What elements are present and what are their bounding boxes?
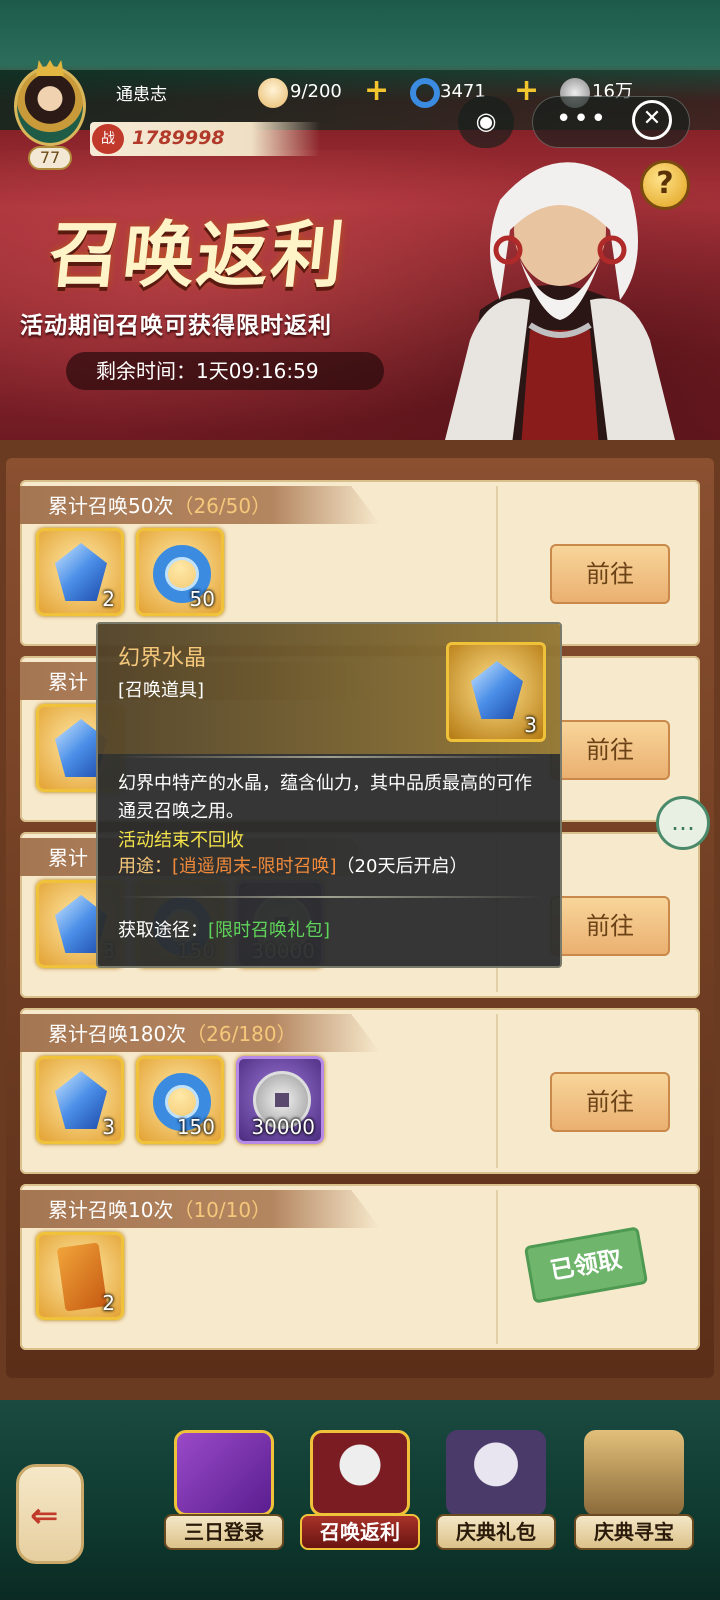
task-title: 累计召唤10次（10/10）: [48, 1198, 272, 1222]
go-button[interactable]: 前往: [550, 896, 670, 956]
go-button[interactable]: 前往: [550, 720, 670, 780]
go-button[interactable]: 前往: [550, 544, 670, 604]
reward-item[interactable]: 3: [36, 1056, 124, 1144]
divider: [496, 1190, 498, 1344]
help-button[interactable]: ?: [640, 160, 690, 210]
add-stamina-button[interactable]: +: [364, 76, 389, 106]
crystal-icon: [55, 1071, 107, 1129]
tab-celebration-pack[interactable]: 庆典礼包: [436, 1430, 556, 1550]
divider: [496, 1014, 498, 1168]
crystal-icon: [471, 661, 523, 719]
tooltip-note: 活动结束不回收: [118, 830, 244, 851]
add-jade-button[interactable]: +: [514, 76, 539, 106]
bun-icon: [258, 78, 288, 108]
tab-three-day-login[interactable]: 三日登录: [164, 1430, 284, 1550]
gift-box-icon: [174, 1430, 274, 1516]
more-menu-button[interactable]: •••: [556, 104, 608, 134]
tooltip-item-icon: 3: [446, 642, 546, 742]
player-name: 通患志: [116, 85, 167, 105]
tooltip-item-name: 幻界水晶: [118, 646, 207, 671]
power-value: 1789998: [132, 127, 225, 149]
elder-portrait-icon: [310, 1430, 410, 1516]
item-tooltip: 幻界水晶 [召唤道具] 3 幻界中特产的水晶，蕴含仙力，其中品质最高的可作通灵召…: [96, 622, 562, 968]
tab-label: 庆典礼包: [436, 1514, 556, 1550]
task-title: 累计召唤50次（26/50）: [48, 494, 272, 518]
tab-label: 召唤返利: [300, 1514, 420, 1550]
reward-item[interactable]: 150: [136, 1056, 224, 1144]
timer-value: 1天09:16:59: [196, 359, 319, 383]
player-level: 77: [28, 146, 72, 170]
task-title: 累计召唤180次（26/180）: [48, 1022, 297, 1046]
tooltip-source: 获取途径：[限时召唤礼包]: [118, 920, 331, 941]
reward-item[interactable]: 50: [136, 528, 224, 616]
tooltip-item-type: [召唤道具]: [118, 680, 205, 701]
treasure-icon: [584, 1430, 684, 1516]
divider: [118, 896, 542, 898]
reward-item[interactable]: 30000: [236, 1056, 324, 1144]
divider: [496, 486, 498, 640]
tooltip-description: 幻界中特产的水晶，蕴含仙力，其中品质最高的可作通灵召唤之用。: [118, 773, 532, 822]
go-button[interactable]: 前往: [550, 1072, 670, 1132]
timer-label: 剩余时间：: [96, 359, 196, 383]
reward-item[interactable]: 2: [36, 1232, 124, 1320]
tab-label: 庆典寻宝: [574, 1514, 694, 1550]
tab-summon-rebate[interactable]: 召唤返利: [300, 1430, 420, 1550]
back-arrow-icon: ⇐: [30, 1496, 59, 1536]
event-title: 召唤返利: [44, 212, 350, 297]
chat-bubble-icon[interactable]: …: [656, 796, 710, 850]
fox-maiden-icon: [446, 1430, 546, 1516]
jade-ring-icon: [410, 78, 440, 108]
tooltip-use: 用途：[逍遥周末-限时召唤]（20天后开启）: [118, 856, 468, 877]
event-subtitle: 活动期间召唤可获得限时返利: [20, 313, 332, 339]
stamina-value: 9/200: [290, 81, 342, 102]
task-card: 累计召唤180次（26/180） 3 150 30000 前往: [20, 1008, 700, 1174]
close-button[interactable]: ✕: [632, 100, 672, 140]
tab-label: 三日登录: [164, 1514, 284, 1550]
scroll-icon: [56, 1242, 108, 1312]
task-title: 累计: [48, 670, 88, 694]
power-badge: 战: [92, 124, 124, 154]
task-title: 累计: [48, 846, 88, 870]
reward-item[interactable]: 2: [36, 528, 124, 616]
tab-celebration-treasure[interactable]: 庆典寻宝: [574, 1430, 694, 1550]
crystal-icon: [55, 543, 107, 601]
countdown-timer: 剩余时间：1天09:16:59: [66, 352, 384, 390]
divider: [118, 756, 542, 758]
gamepad-icon[interactable]: ◉: [458, 96, 514, 148]
player-avatar[interactable]: [14, 66, 86, 146]
